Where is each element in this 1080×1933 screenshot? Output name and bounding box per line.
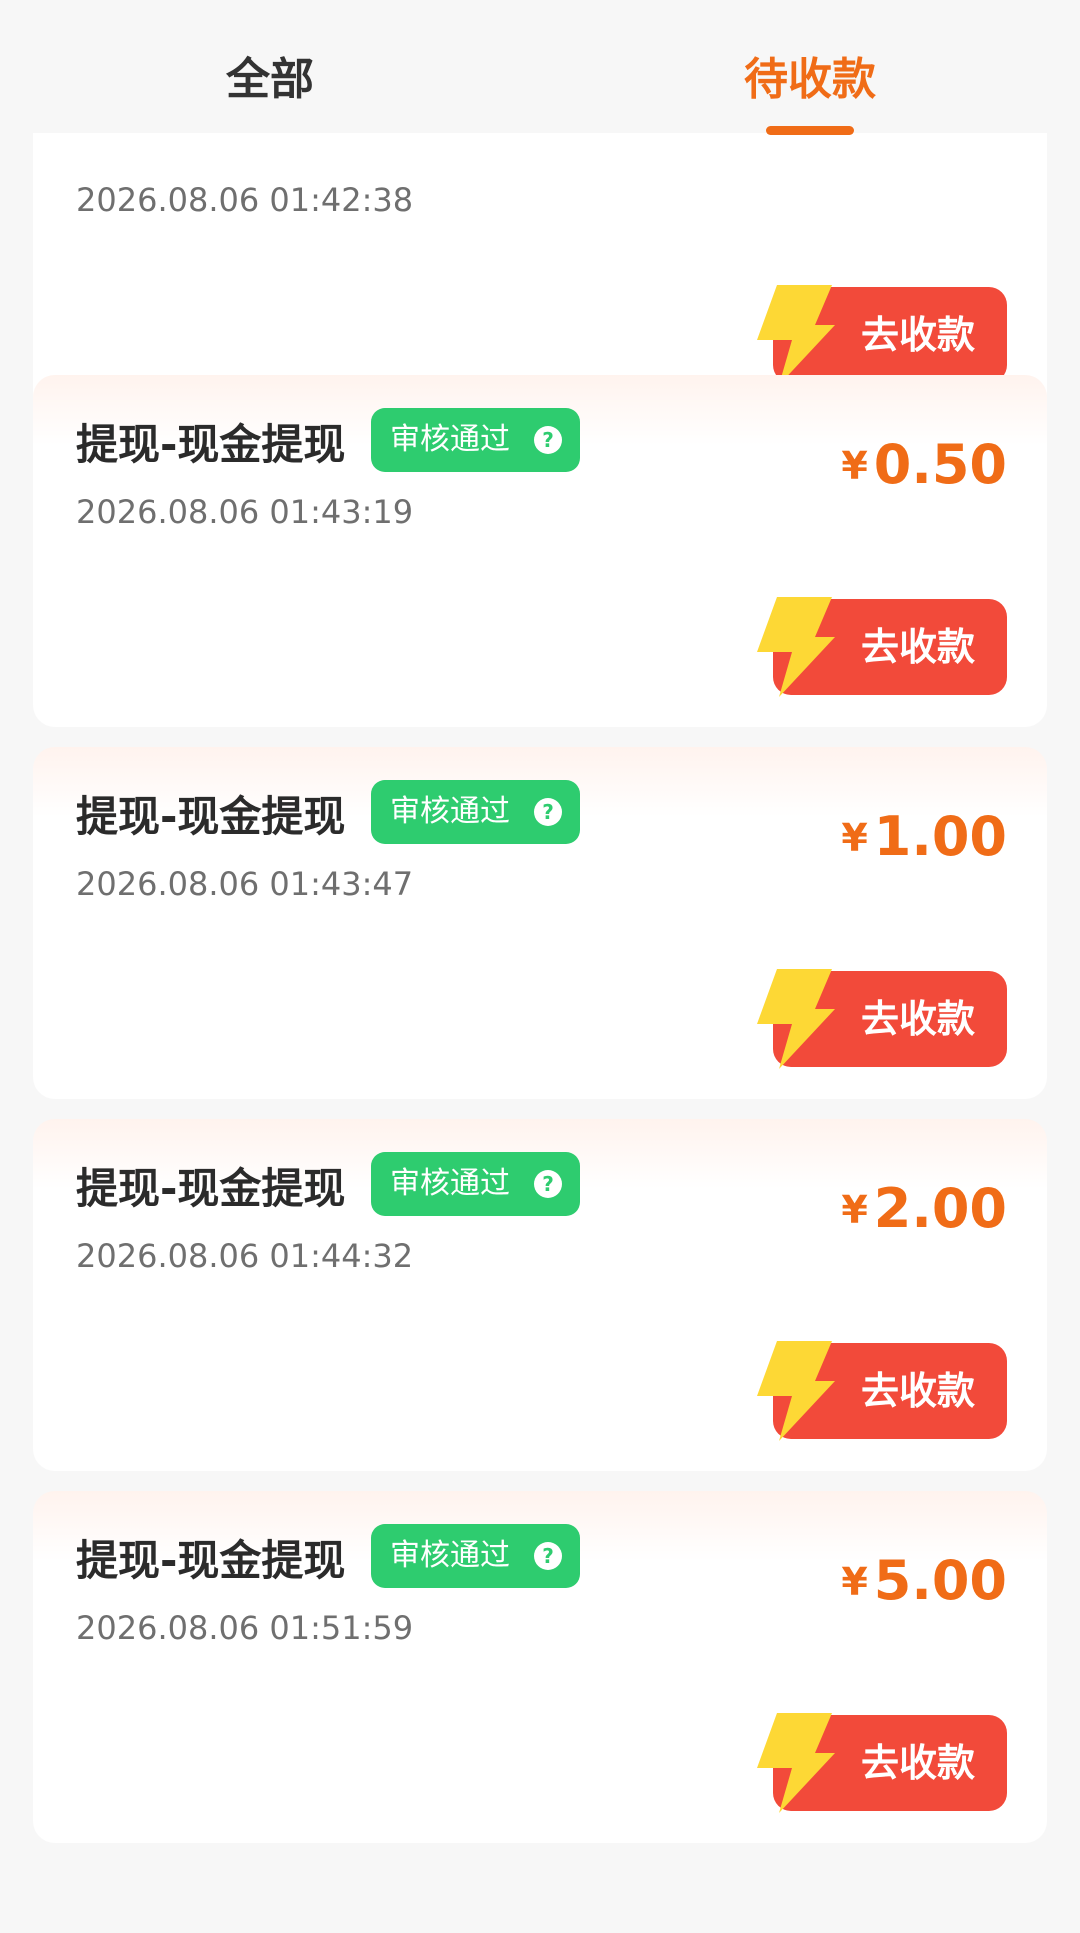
- collect-button[interactable]: 去收款: [757, 597, 1007, 697]
- collect-button-label: 去收款: [860, 313, 975, 357]
- status-badge-label: 审核通过: [390, 1538, 510, 1573]
- lightning-bolt-icon: [757, 1713, 835, 1813]
- amount-value: 1.00: [873, 805, 1007, 868]
- tab-bar: 全部 待收款: [0, 0, 1080, 135]
- currency-symbol: ¥: [841, 816, 868, 860]
- status-badge[interactable]: 审核通过 ?: [371, 780, 580, 844]
- collect-button-label: 去收款: [860, 1741, 975, 1785]
- record-amount: ¥2.00: [841, 1174, 1007, 1244]
- status-badge-label: 审核通过: [390, 794, 510, 829]
- amount-value: 5.00: [873, 1549, 1007, 1612]
- collect-button[interactable]: 去收款: [757, 1341, 1007, 1441]
- collect-button[interactable]: 去收款: [757, 1713, 1007, 1813]
- record-card: 2026.08.06 01:42:38 去收款: [33, 133, 1047, 415]
- collect-button[interactable]: 去收款: [757, 285, 1007, 385]
- record-card: 提现-现金提现 审核通过 ? 2026.08.06 01:43:19 ¥0.50…: [33, 375, 1047, 727]
- status-badge[interactable]: 审核通过 ?: [371, 1524, 580, 1588]
- collect-button-label: 去收款: [860, 997, 975, 1041]
- record-amount: ¥0.50: [841, 430, 1007, 500]
- record-time: 2026.08.06 01:43:19: [76, 493, 414, 531]
- record-amount: ¥5.00: [841, 1546, 1007, 1616]
- record-time: 2026.08.06 01:42:38: [76, 181, 414, 219]
- record-title: 提现-现金提现: [76, 1164, 346, 1213]
- lightning-bolt-icon: [757, 597, 835, 697]
- question-circle-icon[interactable]: ?: [534, 426, 562, 454]
- status-badge[interactable]: 审核通过 ?: [371, 408, 580, 472]
- lightning-bolt-icon: [757, 285, 835, 385]
- collect-button[interactable]: 去收款: [757, 969, 1007, 1069]
- record-card: 提现-现金提现 审核通过 ? 2026.08.06 01:44:32 ¥2.00…: [33, 1119, 1047, 1471]
- currency-symbol: ¥: [841, 1188, 868, 1232]
- status-badge-label: 审核通过: [390, 422, 510, 457]
- tab-pending[interactable]: 待收款: [710, 50, 910, 110]
- lightning-bolt-icon: [757, 1341, 835, 1441]
- question-circle-icon[interactable]: ?: [534, 1542, 562, 1570]
- record-time: 2026.08.06 01:44:32: [76, 1237, 414, 1275]
- record-time: 2026.08.06 01:51:59: [76, 1609, 414, 1647]
- record-time: 2026.08.06 01:43:47: [76, 865, 414, 903]
- status-badge-label: 审核通过: [390, 1166, 510, 1201]
- record-amount: ¥1.00: [841, 802, 1007, 872]
- active-tab-indicator: [766, 126, 854, 135]
- record-title: 提现-现金提现: [76, 1536, 346, 1585]
- amount-value: 0.50: [873, 433, 1007, 496]
- record-title: 提现-现金提现: [76, 792, 346, 841]
- question-circle-icon[interactable]: ?: [534, 1170, 562, 1198]
- record-list[interactable]: 2026.08.06 01:42:38 去收款 提现-现金提现 审核通过 ? 2…: [0, 133, 1080, 1933]
- lightning-bolt-icon: [757, 969, 835, 1069]
- record-card: 提现-现金提现 审核通过 ? 2026.08.06 01:43:47 ¥1.00…: [33, 747, 1047, 1099]
- status-badge[interactable]: 审核通过 ?: [371, 1152, 580, 1216]
- amount-value: 2.00: [873, 1177, 1007, 1240]
- collect-button-label: 去收款: [860, 1369, 975, 1413]
- question-circle-icon[interactable]: ?: [534, 798, 562, 826]
- record-card: 提现-现金提现 审核通过 ? 2026.08.06 01:51:59 ¥5.00…: [33, 1491, 1047, 1843]
- currency-symbol: ¥: [841, 1560, 868, 1604]
- record-title: 提现-现金提现: [76, 420, 346, 469]
- collect-button-label: 去收款: [860, 625, 975, 669]
- currency-symbol: ¥: [841, 444, 868, 488]
- tab-all[interactable]: 全部: [170, 50, 370, 110]
